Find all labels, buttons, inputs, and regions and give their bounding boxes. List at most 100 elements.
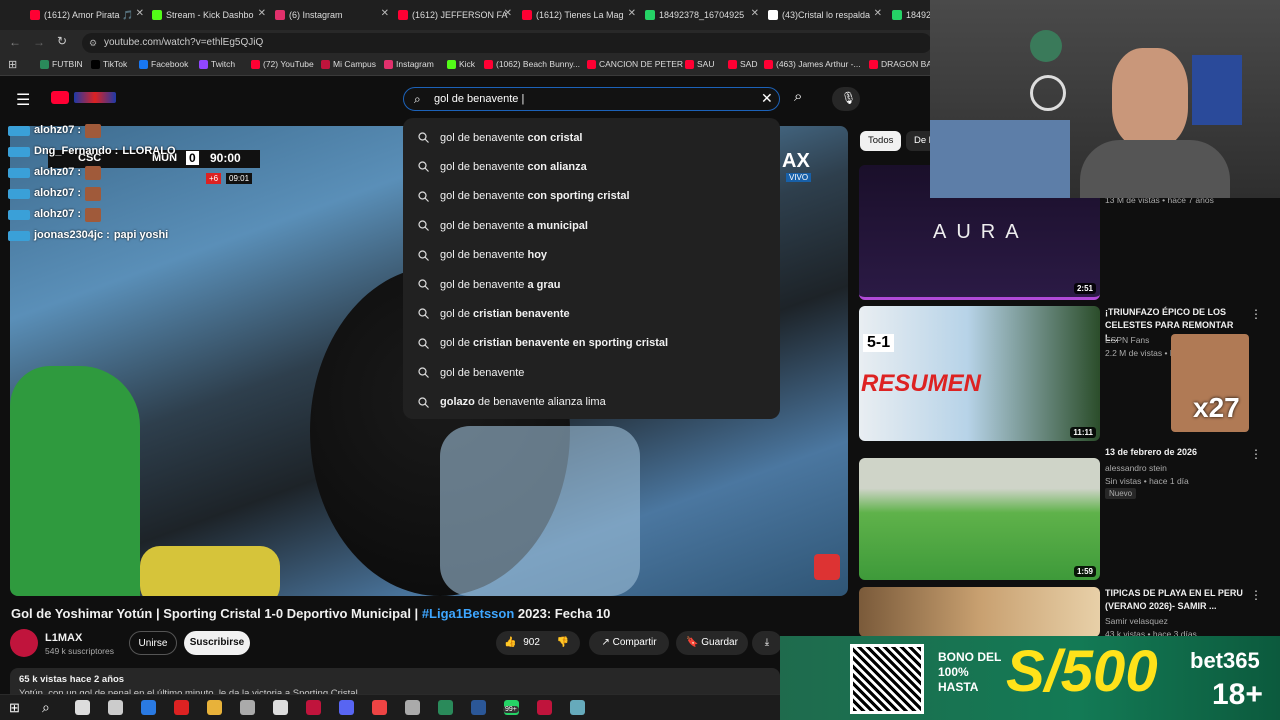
channel-name[interactable]: Samir velasquez: [1105, 616, 1245, 626]
bookmark-item[interactable]: SAD: [728, 59, 757, 69]
like-icon[interactable]: 👍: [504, 637, 516, 648]
browser-tab[interactable]: (1612) Tienes La Mag ✕: [522, 4, 640, 26]
more-icon[interactable]: ⋮: [1250, 588, 1262, 602]
back-icon[interactable]: ←: [9, 35, 21, 49]
bookmark-item[interactable]: TikTok: [91, 59, 127, 69]
search-suggestion[interactable]: gol de benavente: [403, 358, 780, 387]
youtube-logo-icon[interactable]: [51, 91, 69, 104]
bookmark-item[interactable]: (72) YouTube: [251, 59, 314, 69]
menu-icon[interactable]: ☰: [16, 90, 30, 110]
bookmark-item[interactable]: Facebook: [139, 59, 188, 69]
bookmark-item[interactable]: Kick: [447, 59, 475, 69]
search-icon[interactable]: ⌕: [42, 700, 57, 715]
forward-icon[interactable]: →: [33, 35, 45, 49]
download-icon[interactable]: ⤓: [752, 631, 782, 655]
word-icon[interactable]: [471, 700, 486, 715]
search-suggestion[interactable]: gol de cristian benavente en sporting cr…: [403, 329, 780, 358]
video-title[interactable]: 13 de febrero de 2026: [1105, 446, 1245, 459]
browser-tab[interactable]: (1612) JEFFERSON FA ✕: [398, 4, 516, 26]
bookmark-item[interactable]: SAU: [685, 59, 714, 69]
search-suggestion[interactable]: gol de benavente hoy: [403, 241, 780, 270]
chat-text: papi yoshi: [113, 229, 169, 241]
like-count[interactable]: 902: [523, 637, 540, 648]
sidebar-thumb-4[interactable]: [859, 587, 1100, 637]
close-tab-icon[interactable]: ✕: [628, 8, 636, 19]
close-tab-icon[interactable]: ✕: [874, 8, 882, 19]
video-hashtag-link[interactable]: #Liga1Betsson: [422, 606, 514, 621]
windows-start-icon[interactable]: ⊞: [9, 700, 24, 715]
voice-search-button[interactable]: 🎙: [832, 87, 860, 111]
close-tab-icon[interactable]: ✕: [751, 8, 759, 19]
app-icon[interactable]: [570, 700, 585, 715]
share-button[interactable]: ↗ Compartir: [589, 631, 669, 655]
chat-username: alohz07 :: [34, 166, 82, 178]
save-button[interactable]: 🔖 Guardar: [676, 631, 748, 655]
search-suggestion[interactable]: gol de benavente con cristal: [403, 123, 780, 152]
clear-search-icon[interactable]: ✕: [761, 87, 773, 109]
app-icon[interactable]: [273, 700, 288, 715]
store-icon[interactable]: [75, 700, 90, 715]
search-suggestion[interactable]: golazo de benavente alianza lima: [403, 388, 780, 417]
app-icon[interactable]: [240, 700, 255, 715]
search-button[interactable]: ⌕: [787, 87, 817, 111]
join-button[interactable]: Unirse: [129, 631, 177, 655]
apps-grid-icon[interactable]: ⊞: [8, 58, 17, 71]
site-info-icon[interactable]: ⚙: [89, 33, 97, 53]
search-suggestion[interactable]: gol de benavente a grau: [403, 270, 780, 299]
excel-icon[interactable]: [438, 700, 453, 715]
channel-name[interactable]: L1MAX: [45, 632, 82, 644]
video-title-text: Gol de Yoshimar Yotún | Sporting Cristal…: [11, 606, 422, 621]
chip-todos[interactable]: Todos: [860, 131, 902, 151]
bookmark-item[interactable]: Instagram: [384, 59, 434, 69]
folder-icon[interactable]: [207, 700, 222, 715]
dislike-icon[interactable]: 👎: [557, 637, 569, 648]
sidebar-thumb-2[interactable]: 5-1 RESUMEN 11:11: [859, 306, 1100, 441]
close-tab-icon[interactable]: ✕: [136, 8, 144, 19]
subscribe-button[interactable]: Suscribirse: [184, 631, 250, 655]
chat-username: alohz07 :: [34, 208, 82, 220]
sidebar-thumb-3[interactable]: 1:59: [859, 458, 1100, 580]
search-icon: [418, 308, 429, 320]
discord-icon[interactable]: [339, 700, 354, 715]
chat-message: alohz07 :: [8, 204, 208, 225]
tab-favicon-icon: [522, 10, 532, 20]
browser-tab[interactable]: (1612) Amor Pirata 🎵 ✕: [30, 4, 148, 26]
search-input[interactable]: ⌕ gol de benavente | ✕: [403, 87, 780, 111]
channel-avatar[interactable]: [10, 629, 38, 657]
more-icon[interactable]: ⋮: [1250, 307, 1262, 321]
search-suggestion[interactable]: gol de cristian benavente: [403, 299, 780, 328]
browser-tab[interactable]: (6) Instagram ✕: [275, 4, 393, 26]
bookmark-item[interactable]: Twitch: [199, 59, 235, 69]
reload-icon[interactable]: ↻: [57, 34, 67, 48]
video-title[interactable]: TIPICAS DE PLAYA EN EL PERU (VERANO 2026…: [1105, 587, 1245, 613]
search-suggestion[interactable]: gol de benavente a municipal: [403, 211, 780, 240]
browser-tab[interactable]: Stream - Kick Dashbo ✕: [152, 4, 270, 26]
bookmark-item[interactable]: (463) James Arthur -...: [764, 59, 861, 69]
like-dislike-group: 👍 902 👎: [496, 631, 580, 655]
close-tab-icon[interactable]: ✕: [381, 8, 389, 19]
close-tab-icon[interactable]: ✕: [504, 8, 512, 19]
app-icon[interactable]: [174, 700, 189, 715]
bookmark-item[interactable]: DRAGON BAL: [869, 59, 937, 69]
bookmark-item[interactable]: FUTBIN: [40, 59, 83, 69]
more-icon[interactable]: ⋮: [1250, 447, 1262, 461]
bookmark-item[interactable]: Mi Campus: [321, 59, 376, 69]
bookmark-item[interactable]: (1062) Beach Bunny...: [484, 59, 580, 69]
url-bar[interactable]: ⚙ youtube.com/watch?v=ethlEg5QJiQ: [82, 33, 932, 53]
search-suggestion[interactable]: gol de benavente con sporting cristal: [403, 182, 780, 211]
browser-tab[interactable]: 18492378_16704925 ✕: [645, 4, 763, 26]
browser-tab[interactable]: (43)Cristal lo respalda ✕: [768, 4, 886, 26]
app-icon[interactable]: [306, 700, 321, 715]
suggestion-suf: cristian benavente en sporting cristal: [473, 337, 669, 350]
edge-icon[interactable]: [141, 700, 156, 715]
bookmark-item[interactable]: CANCION DE PETER: [587, 59, 683, 69]
bookmark-favicon-icon: [447, 59, 456, 69]
app-icon[interactable]: [108, 700, 123, 715]
app-icon[interactable]: [537, 700, 552, 715]
close-tab-icon[interactable]: ✕: [258, 8, 266, 19]
chrome-icon[interactable]: [372, 700, 387, 715]
app-icon[interactable]: [405, 700, 420, 715]
search-suggestion[interactable]: gol de benavente con alianza: [403, 152, 780, 181]
search-icon: [418, 396, 429, 408]
channel-name[interactable]: alessandro stein: [1105, 463, 1245, 473]
